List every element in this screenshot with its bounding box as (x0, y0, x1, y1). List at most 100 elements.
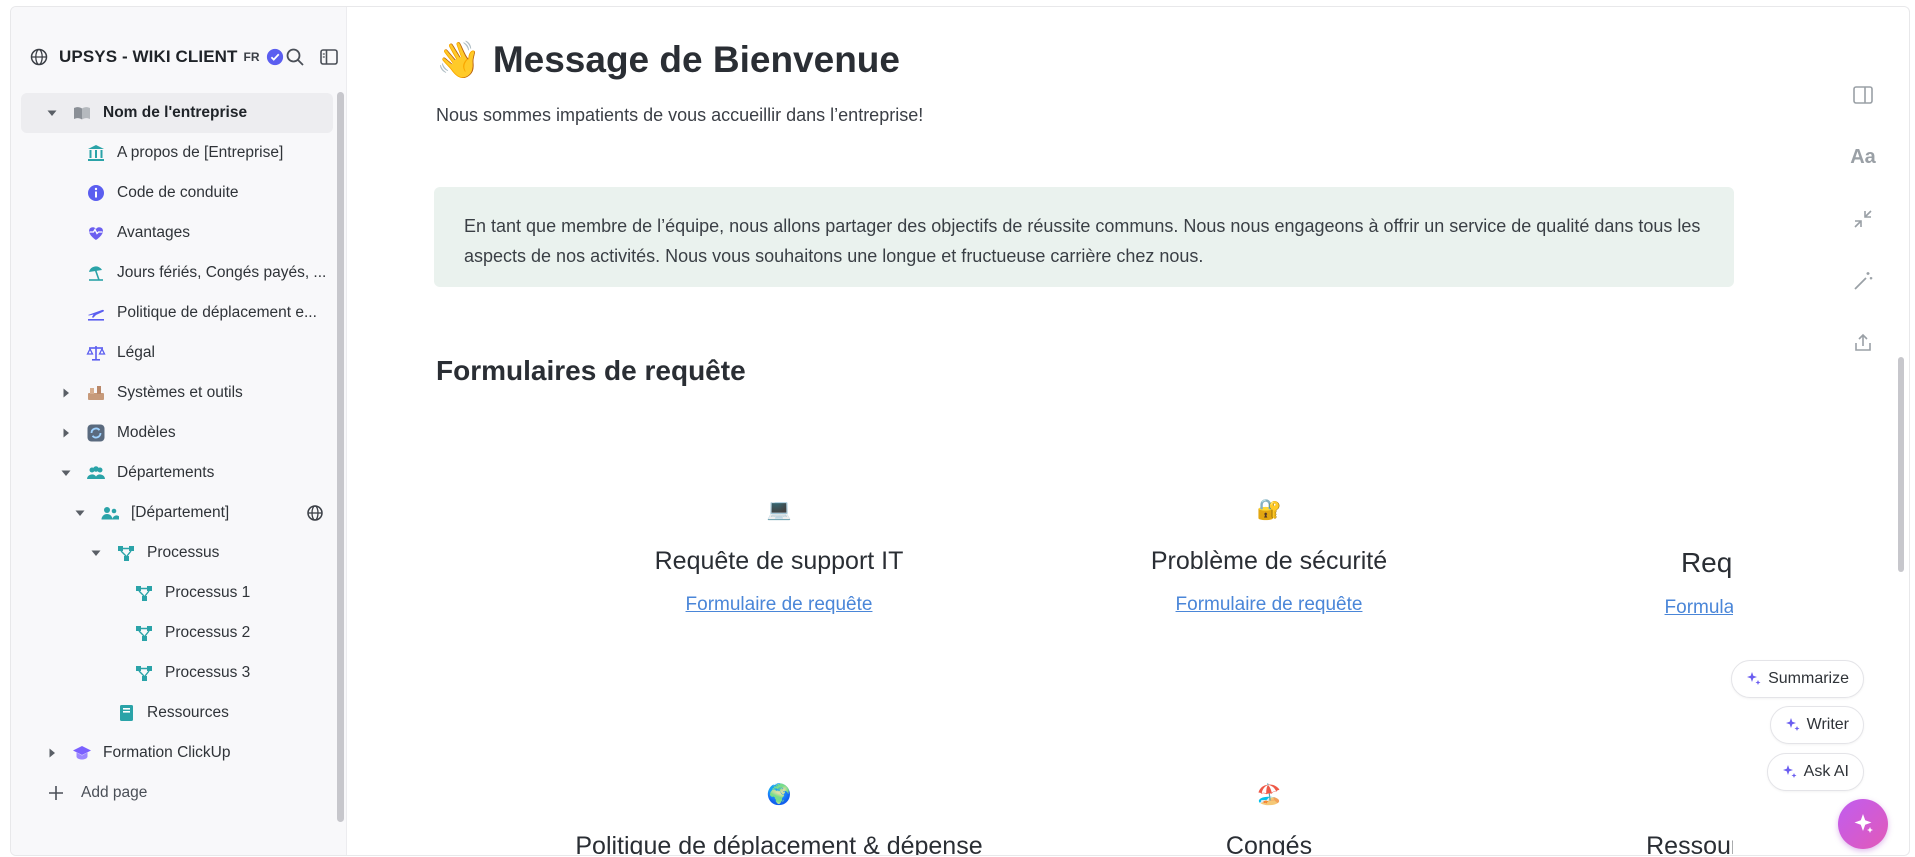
font-size-icon[interactable]: Aa (1850, 145, 1876, 169)
book-icon (71, 102, 93, 124)
request-form-link[interactable]: Formulaire de requête (1665, 597, 1733, 618)
tree-item-a-propos[interactable]: A propos de [Entreprise] (21, 133, 333, 173)
laptop-icon: 💻 (766, 499, 792, 521)
tree-item-processus-1[interactable]: Processus 1 (21, 573, 333, 613)
tree-item-label: Nom de l'entreprise (103, 104, 248, 121)
writer-label: Writer (1806, 716, 1849, 733)
tree-item-modeles[interactable]: Modèles (21, 413, 333, 453)
card-title: Congés (1225, 832, 1313, 856)
card-title: Requête RH (1680, 547, 1733, 578)
tree-item-label: Code de conduite (117, 184, 239, 201)
person-group-icon (99, 502, 121, 524)
page-content: 👋 Message de Bienvenue Nous sommes impat… (348, 7, 1908, 856)
cards-area: 💻 Requête de support IT Formulaire de re… (348, 7, 1733, 856)
collapse-arrows-icon[interactable] (1851, 207, 1875, 231)
check-mark-icon: ✅ (1518, 782, 1733, 808)
flow-icon (133, 622, 155, 644)
workspace-title[interactable]: UPSYS - WIKI CLIENT (59, 47, 238, 67)
share-icon[interactable] (1851, 331, 1875, 355)
ask-ai-button[interactable]: Ask AI (1766, 753, 1864, 791)
tree-item-label: Jours fériés, Congés payés, ... (117, 264, 327, 281)
tree-item-processus[interactable]: Processus (21, 533, 333, 573)
request-card-security: 🔐 Problème de sécurité Formulaire de req… (1029, 497, 1509, 616)
sidebar-header: UPSYS - WIKI CLIENT FR (29, 37, 339, 77)
card-title: Requête de support IT (654, 547, 904, 575)
sparkle-icon (1785, 718, 1800, 731)
tree-item-code-conduite[interactable]: Code de conduite (21, 173, 333, 213)
beach-umbrella-icon (85, 262, 107, 284)
scales-icon (85, 342, 107, 364)
magic-wand-icon[interactable] (1851, 269, 1875, 293)
tree-item-ressources[interactable]: Ressources (21, 693, 333, 733)
request-card-travel: 🌍 Politique de déplacement & dépense (539, 782, 1019, 856)
tree-item-politique-deplacement[interactable]: Politique de déplacement e... (21, 293, 333, 333)
tree-item-label: Processus 3 (165, 664, 251, 681)
sidebar-scrollbar[interactable] (337, 92, 344, 822)
request-form-link[interactable]: Formulaire de requête (686, 594, 873, 615)
caret-down-icon[interactable] (59, 466, 73, 480)
tree-item-label: [Département] (131, 504, 230, 521)
sidebar-actions (285, 47, 339, 67)
tree-item-processus-3[interactable]: Processus 3 (21, 653, 333, 693)
tree-item-label: Processus (147, 544, 220, 561)
tools-icon (85, 382, 107, 404)
sparkle-icon (1747, 672, 1761, 685)
request-card-leave: 🏖️ Congés (1029, 782, 1509, 856)
sidebar: UPSYS - WIKI CLIENT FR Nom de l'entrepri… (11, 7, 347, 855)
caret-down-icon[interactable] (73, 506, 87, 520)
content-scrollbar[interactable] (1898, 357, 1904, 572)
globe-icon (30, 48, 48, 66)
ask-ai-label: Ask AI (1803, 763, 1849, 780)
caret-right-icon[interactable] (45, 746, 59, 760)
tree-item-label: Processus 1 (165, 584, 251, 601)
graduation-icon (71, 742, 93, 764)
tree-item-label: Systèmes et outils (117, 384, 243, 401)
tree-item-nom-entreprise[interactable]: Nom de l'entreprise (21, 93, 333, 133)
card-title: Politique de déplacement & dépense (575, 832, 983, 856)
tree-item-legal[interactable]: Légal (21, 333, 333, 373)
lock-icon: 🔐 (1256, 499, 1282, 521)
verified-badge-icon (266, 48, 283, 66)
tree-item-label: Formation ClickUp (103, 744, 231, 761)
request-card-it-support: 💻 Requête de support IT Formulaire de re… (539, 497, 1019, 616)
caret-right-icon[interactable] (59, 386, 73, 400)
sparkle-icon (1854, 814, 1873, 833)
tree-item-jours-feries[interactable]: Jours fériés, Congés payés, ... (21, 253, 333, 293)
tree-item-avantages[interactable]: Avantages (21, 213, 333, 253)
tree-item-label: Départements (117, 464, 215, 481)
right-toolbar: Aa (1848, 83, 1878, 355)
tree-item-processus-2[interactable]: Processus 2 (21, 613, 333, 653)
flow-icon (133, 582, 155, 604)
tree-item-formation-clickup[interactable]: Formation ClickUp (21, 733, 333, 773)
tree-item-label: Ressources (147, 704, 229, 721)
flow-icon (115, 542, 137, 564)
tree-item-label: Politique de déplacement e... (117, 304, 317, 321)
add-page-button[interactable]: Add page (21, 773, 333, 813)
summarize-label: Summarize (1768, 670, 1849, 687)
tree-item-label: Avantages (117, 224, 190, 241)
globe-icon: 🌍 (766, 784, 792, 806)
beach-icon: 🏖️ (1256, 784, 1282, 806)
heart-pulse-icon (85, 222, 107, 244)
tree-item-departements[interactable]: Départements (21, 453, 333, 493)
info-icon (85, 182, 107, 204)
tree-item-departement[interactable]: [Département] (21, 493, 333, 533)
app-frame: UPSYS - WIKI CLIENT FR Nom de l'entrepri… (10, 6, 1910, 856)
summarize-button[interactable]: Summarize (1731, 660, 1864, 698)
globe-icon[interactable] (305, 503, 325, 523)
sidebar-toggle-icon[interactable] (319, 47, 339, 67)
ai-assistant-button[interactable] (1838, 799, 1888, 849)
caret-down-icon[interactable] (45, 106, 59, 120)
flow-icon (133, 662, 155, 684)
caret-down-icon[interactable] (89, 546, 103, 560)
tree-item-label: Modèles (117, 424, 176, 441)
request-form-link[interactable]: Formulaire de requête (1176, 594, 1363, 615)
tree-item-systemes-outils[interactable]: Systèmes et outils (21, 373, 333, 413)
people-icon: 👥 (1518, 497, 1733, 523)
caret-right-icon[interactable] (59, 426, 73, 440)
writer-button[interactable]: Writer (1769, 706, 1864, 744)
search-icon[interactable] (285, 47, 305, 67)
panel-icon[interactable] (1851, 83, 1875, 107)
request-card-hr: 👥 Requête RH Formulaire de requête (1518, 497, 1733, 619)
bank-icon (85, 142, 107, 164)
